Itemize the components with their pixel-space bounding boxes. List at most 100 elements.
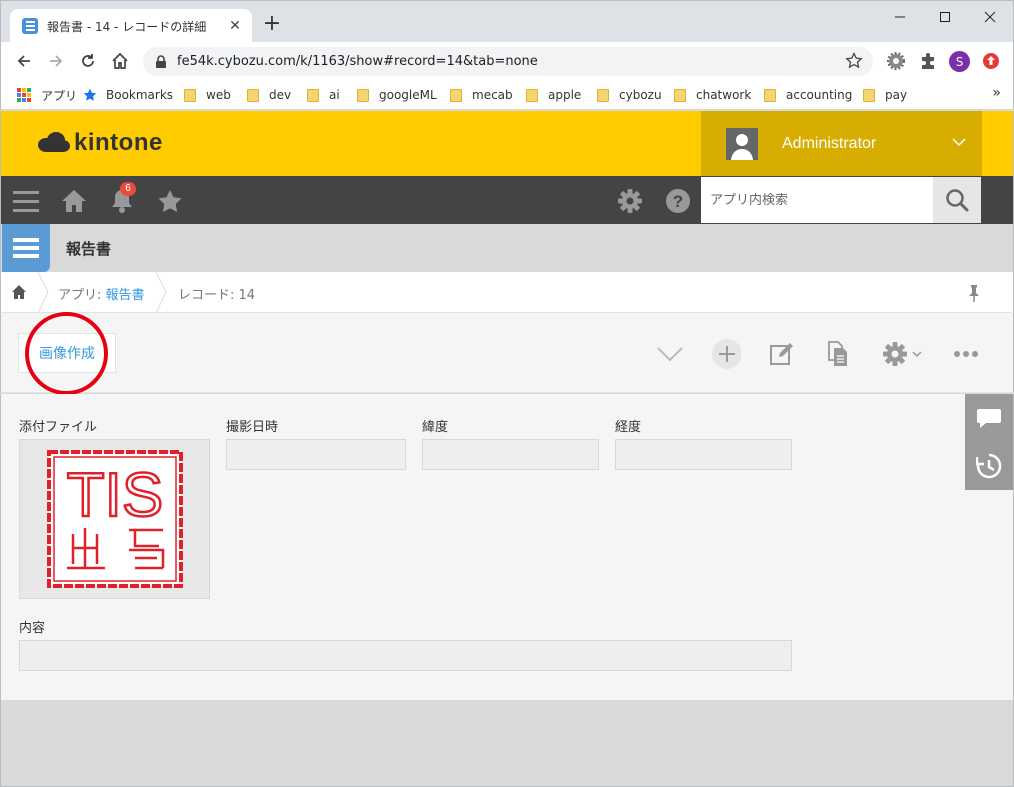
bookmark-folder-chatwork[interactable]: chatwork <box>674 86 751 104</box>
folder-icon <box>184 88 196 102</box>
back-button[interactable] <box>13 50 35 72</box>
breadcrumb-app-link[interactable]: 報告書 <box>106 288 145 303</box>
longitude-field-label: 経度 <box>615 420 642 435</box>
gear-extension-icon <box>887 52 905 70</box>
maximize-button[interactable] <box>922 5 968 29</box>
bookmark-label: cybozu <box>619 88 662 102</box>
menu-button[interactable] <box>13 188 39 214</box>
bookmark-folder-pay[interactable]: pay <box>863 86 907 104</box>
folder-icon <box>863 88 875 102</box>
bookmark-folder-googleml[interactable]: googleML <box>357 86 437 104</box>
app-title: 報告書 <box>66 240 112 258</box>
reload-button[interactable] <box>77 50 99 72</box>
browser-toolbar: fe54k.cybozu.com/k/1163/show#record=14&t… <box>0 42 1014 80</box>
datetime-field-value <box>226 439 406 470</box>
tab-close-icon[interactable]: ✕ <box>227 18 243 34</box>
help-button[interactable]: ? <box>665 188 691 214</box>
star-icon <box>158 190 182 212</box>
svg-text:?: ? <box>673 192 683 211</box>
search-icon <box>946 189 969 212</box>
bookmark-folder-mecab[interactable]: mecab <box>450 86 513 104</box>
folder-icon <box>307 88 319 102</box>
notification-count-badge: 6 <box>120 182 136 196</box>
extension-gear-button[interactable] <box>887 52 905 70</box>
kintone-logo-text: kintone <box>74 129 163 156</box>
bookmark-folder-accounting[interactable]: accounting <box>764 86 852 104</box>
comments-tab[interactable] <box>965 394 1013 442</box>
profile-avatar[interactable]: S <box>949 51 970 72</box>
minimize-button[interactable] <box>877 5 923 29</box>
bookmark-label: pay <box>885 88 908 102</box>
bookmark-folder-cybozu[interactable]: cybozu <box>597 86 662 104</box>
bookmark-bookmarks[interactable]: Bookmarks <box>83 86 173 104</box>
bookmark-folder-apple[interactable]: apple <box>526 86 581 104</box>
folder-icon <box>597 88 609 102</box>
folder-icon <box>247 88 259 102</box>
record-settings-button[interactable] <box>879 339 925 369</box>
extensions-button[interactable] <box>919 52 937 70</box>
reload-icon <box>82 54 94 67</box>
maximize-icon <box>940 12 950 22</box>
browser-tab[interactable]: 報告書 - 14 - レコードの詳細 ✕ <box>10 9 252 43</box>
gear-icon <box>883 342 907 366</box>
settings-button[interactable] <box>617 188 643 214</box>
kintone-header: kintone Administrator <box>0 111 1014 176</box>
prev-next-record-button[interactable] <box>655 339 685 369</box>
puzzle-icon <box>922 53 934 69</box>
kintone-logo[interactable]: kintone <box>37 129 163 157</box>
caret-down-icon <box>912 351 922 358</box>
url-text: fe54k.cybozu.com/k/1163/show#record=14&t… <box>177 54 538 69</box>
app-search-input[interactable] <box>710 192 925 208</box>
bookmark-label: accounting <box>786 88 853 102</box>
pin-button[interactable] <box>967 284 981 306</box>
edit-record-button[interactable] <box>767 339 797 369</box>
close-icon <box>984 11 996 23</box>
latitude-field-label: 緯度 <box>422 420 449 435</box>
attachment-thumbnail[interactable]: TIS <box>19 439 210 599</box>
bookmark-label: dev <box>269 88 292 102</box>
bookmark-label: chatwork <box>696 88 752 102</box>
new-tab-button[interactable]: + <box>261 13 283 36</box>
datetime-field-label: 撮影日時 <box>226 420 279 435</box>
address-bar[interactable]: fe54k.cybozu.com/k/1163/show#record=14&t… <box>143 47 873 76</box>
close-window-button[interactable] <box>967 5 1013 29</box>
app-search-button[interactable] <box>933 177 981 223</box>
user-avatar <box>726 127 758 160</box>
extension-red-button[interactable] <box>982 52 1000 70</box>
history-tab[interactable] <box>965 442 1013 490</box>
pin-icon <box>969 285 979 302</box>
create-image-button[interactable]: 画像作成 <box>18 333 116 373</box>
bookmark-star-button[interactable] <box>845 51 863 74</box>
app-search-box <box>701 177 933 223</box>
bookmark-folder-dev[interactable]: dev <box>247 86 291 104</box>
bookmark-label: googleML <box>379 88 437 102</box>
breadcrumb: アプリ: 報告書 レコード: 14 <box>0 272 1014 313</box>
longitude-field-value <box>615 439 792 470</box>
favorites-button[interactable] <box>157 188 183 214</box>
breadcrumb-home-button[interactable] <box>11 284 27 304</box>
home-button[interactable] <box>109 50 131 72</box>
bookmark-label: apple <box>548 88 582 102</box>
more-actions-button[interactable] <box>951 339 981 369</box>
page-footer-area <box>0 700 1014 787</box>
forward-button[interactable] <box>45 50 67 72</box>
bookmark-apps[interactable]: アプリ <box>17 86 77 104</box>
user-menu[interactable]: Administrator <box>701 111 982 176</box>
arrow-left-icon <box>17 55 30 67</box>
star-outline-icon <box>845 51 863 69</box>
user-name: Administrator <box>782 134 877 152</box>
plus-circle-icon <box>712 339 741 369</box>
add-record-button[interactable] <box>711 339 741 369</box>
folder-icon <box>357 88 369 102</box>
hamburger-icon <box>13 191 39 212</box>
bookmarks-overflow-button[interactable]: » <box>992 85 1001 101</box>
duplicate-record-button[interactable] <box>823 339 853 369</box>
portal-home-button[interactable] <box>61 188 87 214</box>
comment-bubble-icon <box>977 409 1001 428</box>
breadcrumb-app-prefix: アプリ: <box>58 288 106 303</box>
bookmark-folder-web[interactable]: web <box>184 86 231 104</box>
bookmark-folder-ai[interactable]: ai <box>307 86 340 104</box>
app-list-icon[interactable] <box>2 224 50 272</box>
stamp-text: TIS <box>66 461 162 530</box>
browser-tab-strip: 報告書 - 14 - レコードの詳細 ✕ + <box>0 0 1014 43</box>
